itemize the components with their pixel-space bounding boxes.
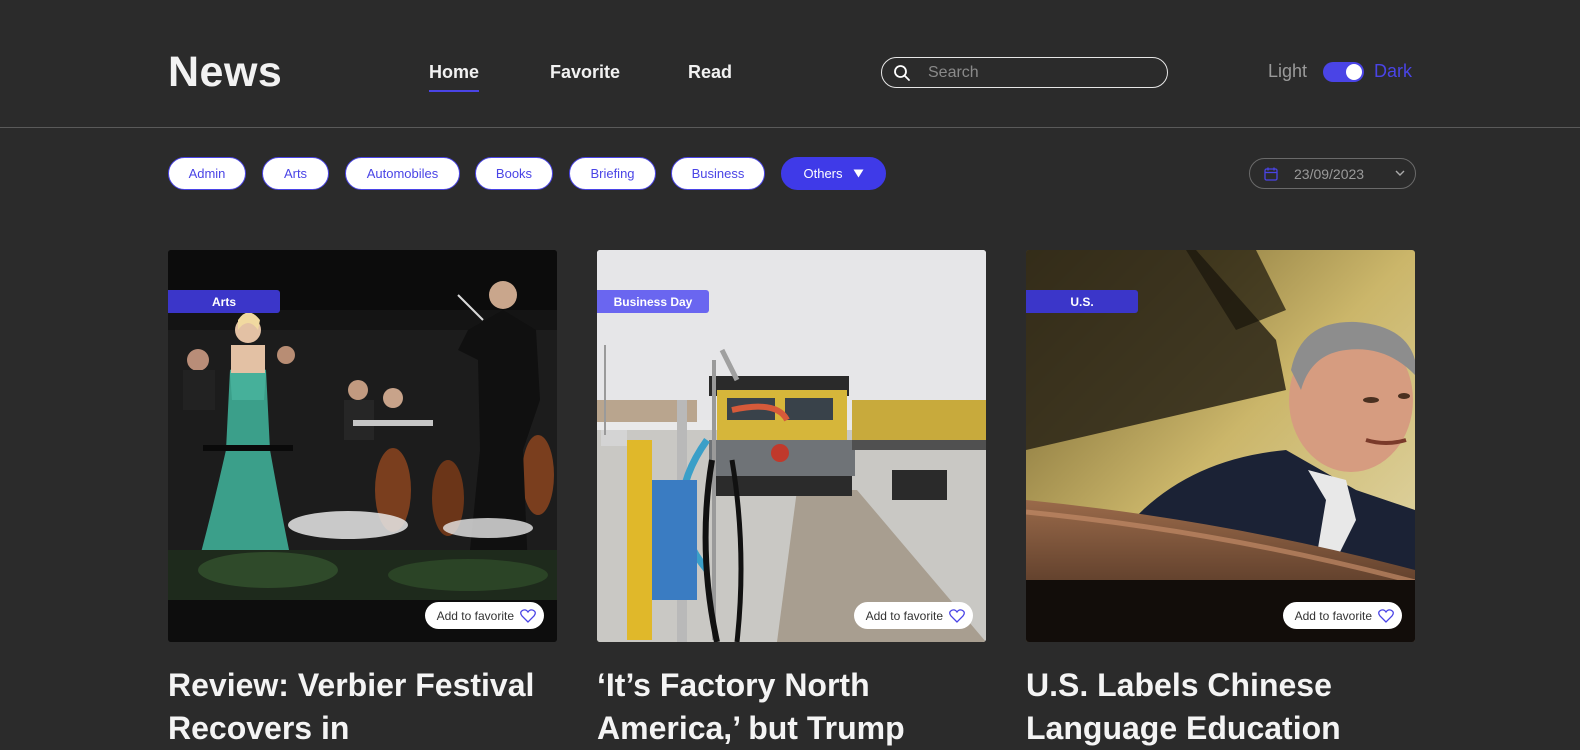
favorite-label: Add to favorite — [436, 608, 514, 623]
top-header: News Home Favorite Read Light Dark — [0, 0, 1580, 128]
article-title[interactable]: U.S. Labels Chinese Language Education — [1026, 664, 1406, 750]
chevron-down-icon — [1395, 170, 1405, 176]
theme-dark-label: Dark — [1374, 61, 1413, 81]
caret-down-icon — [853, 169, 863, 178]
search-box[interactable] — [881, 57, 1168, 88]
section-badge: U.S. — [1026, 290, 1138, 313]
article-image[interactable]: Arts Add to favorite — [168, 250, 557, 642]
theme-light-label: Light — [1268, 61, 1308, 81]
add-to-favorite-button[interactable]: Add to favorite — [1282, 602, 1402, 629]
others-dropdown-button[interactable]: Others — [781, 157, 886, 190]
article-card[interactable]: Arts Add to favorite Review: Verbier Fes… — [168, 250, 557, 750]
chip-automobiles[interactable]: Automobiles — [345, 157, 460, 190]
chip-briefing[interactable]: Briefing — [569, 157, 656, 190]
chip-books[interactable]: Books — [475, 157, 553, 190]
article-card[interactable]: U.S. Add to favorite U.S. Labels Chinese… — [1026, 250, 1415, 750]
others-label: Others — [803, 166, 843, 181]
add-to-favorite-button[interactable]: Add to favorite — [424, 602, 544, 629]
article-image[interactable]: Business Day Add to favorite — [597, 250, 986, 642]
nav-read[interactable]: Read — [688, 62, 732, 83]
chip-arts[interactable]: Arts — [262, 157, 329, 190]
favorite-label: Add to favorite — [1294, 608, 1372, 623]
date-picker[interactable]: 23/09/2023 — [1249, 158, 1416, 189]
add-to-favorite-button[interactable]: Add to favorite — [853, 602, 973, 629]
article-title[interactable]: ‘It’s Factory North America,’ but Trump — [597, 664, 977, 750]
selected-date: 23/09/2023 — [1294, 166, 1365, 182]
chip-admin[interactable]: Admin — [168, 157, 246, 190]
search-icon — [894, 65, 910, 81]
heart-icon — [520, 608, 536, 623]
calendar-icon — [1264, 167, 1278, 181]
article-title[interactable]: Review: Verbier Festival Recovers in — [168, 664, 548, 750]
section-badge: Business Day — [597, 290, 709, 313]
heart-icon — [1378, 608, 1394, 623]
article-image[interactable]: U.S. Add to favorite — [1026, 250, 1415, 642]
article-card[interactable]: Business Day Add to favorite ‘It’s Facto… — [597, 250, 986, 750]
nav-home[interactable]: Home — [429, 62, 480, 92]
section-badge: Arts — [168, 290, 280, 313]
nav-favorite[interactable]: Favorite — [550, 62, 620, 83]
theme-toggle[interactable] — [1323, 62, 1364, 82]
heart-icon — [949, 608, 965, 623]
toggle-knob — [1346, 64, 1362, 80]
site-logo[interactable]: News — [168, 48, 282, 97]
chip-business[interactable]: Business — [671, 157, 765, 190]
search-input[interactable] — [928, 62, 1153, 83]
favorite-label: Add to favorite — [865, 608, 943, 623]
